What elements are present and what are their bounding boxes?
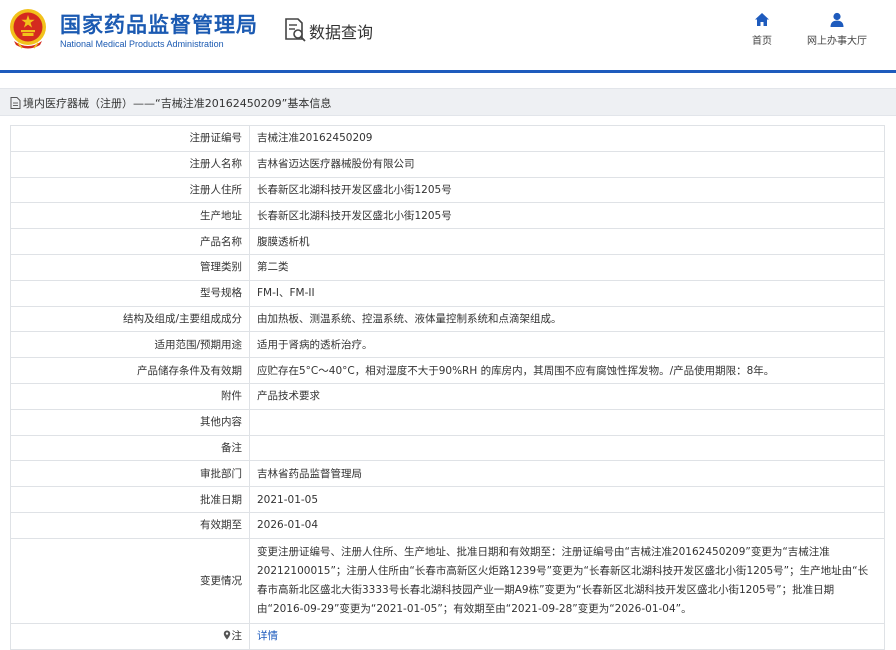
approval-date-value: 2021-01-05	[249, 486, 885, 513]
product-name-label: 产品名称	[10, 228, 250, 255]
table-row: 注册人名称 吉林省迈达医疗器械股份有限公司	[10, 150, 885, 178]
table-row: 生产地址 长春新区北湖科技开发区盛北小街1205号	[10, 202, 885, 230]
production-address-label: 生产地址	[10, 202, 250, 230]
intended-use-label: 适用范围/预期用途	[10, 331, 250, 359]
approval-department-value: 吉林省药品监督管理局	[249, 460, 885, 488]
data-query-icon	[285, 18, 306, 42]
table-row: 适用范围/预期用途 适用于肾病的透析治疗。	[10, 331, 885, 359]
management-category-label: 管理类别	[10, 253, 250, 281]
table-row: 产品名称 腹膜透析机	[10, 228, 885, 255]
remarks-label: 备注	[10, 434, 250, 462]
model-spec-value: FM-I、FM-II	[249, 279, 885, 307]
site-header: 国家药品监督管理局 National Medical Products Admi…	[0, 0, 896, 68]
document-icon	[10, 97, 21, 109]
nav-online-service-hall[interactable]: 网上办事大厅	[800, 12, 874, 47]
breadcrumb-text: 境内医疗器械（注册）——“吉械注准20162450209”基本信息	[23, 97, 332, 110]
other-content-label: 其他内容	[10, 408, 250, 436]
note-label: 注	[231, 630, 243, 643]
attachment-value: 产品技术要求	[249, 382, 885, 410]
table-row: 产品储存条件及有效期 应贮存在5°C～40°C，相对湿度不大于90%RH 的库房内…	[10, 357, 885, 384]
registrant-address-label: 注册人住所	[10, 176, 250, 204]
table-row: 其他内容	[10, 408, 885, 436]
registrant-name-label: 注册人名称	[10, 150, 250, 178]
nav-home[interactable]: 首页	[744, 12, 780, 47]
product-name-value: 腹膜透析机	[249, 228, 885, 255]
table-row: 注册人住所 长春新区北湖科技开发区盛北小街1205号	[10, 176, 885, 204]
note-value-cell: 详情	[249, 622, 885, 650]
intended-use-value: 适用于肾病的透析治疗。	[249, 331, 885, 359]
header-separator	[0, 70, 896, 73]
valid-until-label: 有效期至	[10, 511, 250, 539]
approval-date-label: 批准日期	[10, 486, 250, 513]
home-icon	[755, 13, 769, 26]
national-emblem-icon	[10, 9, 46, 49]
user-icon	[830, 12, 844, 27]
brand-title-cn: 国家药品监督管理局	[60, 13, 258, 37]
table-row: 注册证编号 吉械注准20162450209	[10, 125, 885, 152]
pin-icon	[223, 630, 230, 640]
table-row-note: 注 详情	[10, 622, 885, 650]
table-row: 备注	[10, 434, 885, 462]
nav-home-label: 首页	[752, 36, 772, 47]
table-row: 批准日期 2021-01-05	[10, 486, 885, 513]
section-title: 数据查询	[309, 23, 374, 42]
table-row: 审批部门 吉林省药品监督管理局	[10, 460, 885, 488]
change-history-label: 变更情况	[10, 537, 250, 624]
management-category-value: 第二类	[249, 253, 885, 281]
table-row: 结构及组成/主要组成成分 由加热板、测温系统、控温系统、液体量控制系统和点滴架组成…	[10, 305, 885, 333]
registrant-name-value: 吉林省迈达医疗器械股份有限公司	[249, 150, 885, 178]
breadcrumb: 境内医疗器械（注册）——“吉械注准20162450209”基本信息	[0, 88, 896, 116]
approval-department-label: 审批部门	[10, 460, 250, 488]
registrant-address-value: 长春新区北湖科技开发区盛北小街1205号	[249, 176, 885, 204]
table-row: 附件 产品技术要求	[10, 382, 885, 410]
note-label-cell: 注	[10, 622, 250, 650]
table-row: 有效期至 2026-01-04	[10, 511, 885, 539]
nav-online-service-label: 网上办事大厅	[807, 36, 867, 47]
attachment-label: 附件	[10, 382, 250, 410]
change-history-value: 变更注册证编号、注册人住所、生产地址、批准日期和有效期至：注册证编号由“吉械注准…	[249, 537, 885, 624]
storage-validity-label: 产品储存条件及有效期	[10, 357, 250, 384]
brand-title-en: National Medical Products Administration	[60, 39, 224, 49]
model-spec-label: 型号规格	[10, 279, 250, 307]
production-address-value: 长春新区北湖科技开发区盛北小街1205号	[249, 202, 885, 230]
table-row: 型号规格 FM-I、FM-II	[10, 279, 885, 307]
storage-validity-value: 应贮存在5°C～40°C，相对湿度不大于90%RH 的库房内，其周围不应有腐蚀性…	[249, 357, 885, 384]
structure-composition-value: 由加热板、测温系统、控温系统、液体量控制系统和点滴架组成。	[249, 305, 885, 333]
detail-link[interactable]: 详情	[257, 630, 278, 642]
structure-composition-label: 结构及组成/主要组成成分	[10, 305, 250, 333]
valid-until-value: 2026-01-04	[249, 511, 885, 539]
registration-number-value: 吉械注准20162450209	[249, 125, 885, 152]
remarks-value	[249, 434, 885, 462]
device-info-table: 注册证编号 吉械注准20162450209 注册人名称 吉林省迈达医疗器械股份有限公司…	[10, 125, 885, 650]
table-row: 变更情况 变更注册证编号、注册人住所、生产地址、批准日期和有效期至：注册证编号由“…	[10, 537, 885, 624]
registration-number-label: 注册证编号	[10, 125, 250, 152]
table-row: 管理类别 第二类	[10, 253, 885, 281]
other-content-value	[249, 408, 885, 436]
